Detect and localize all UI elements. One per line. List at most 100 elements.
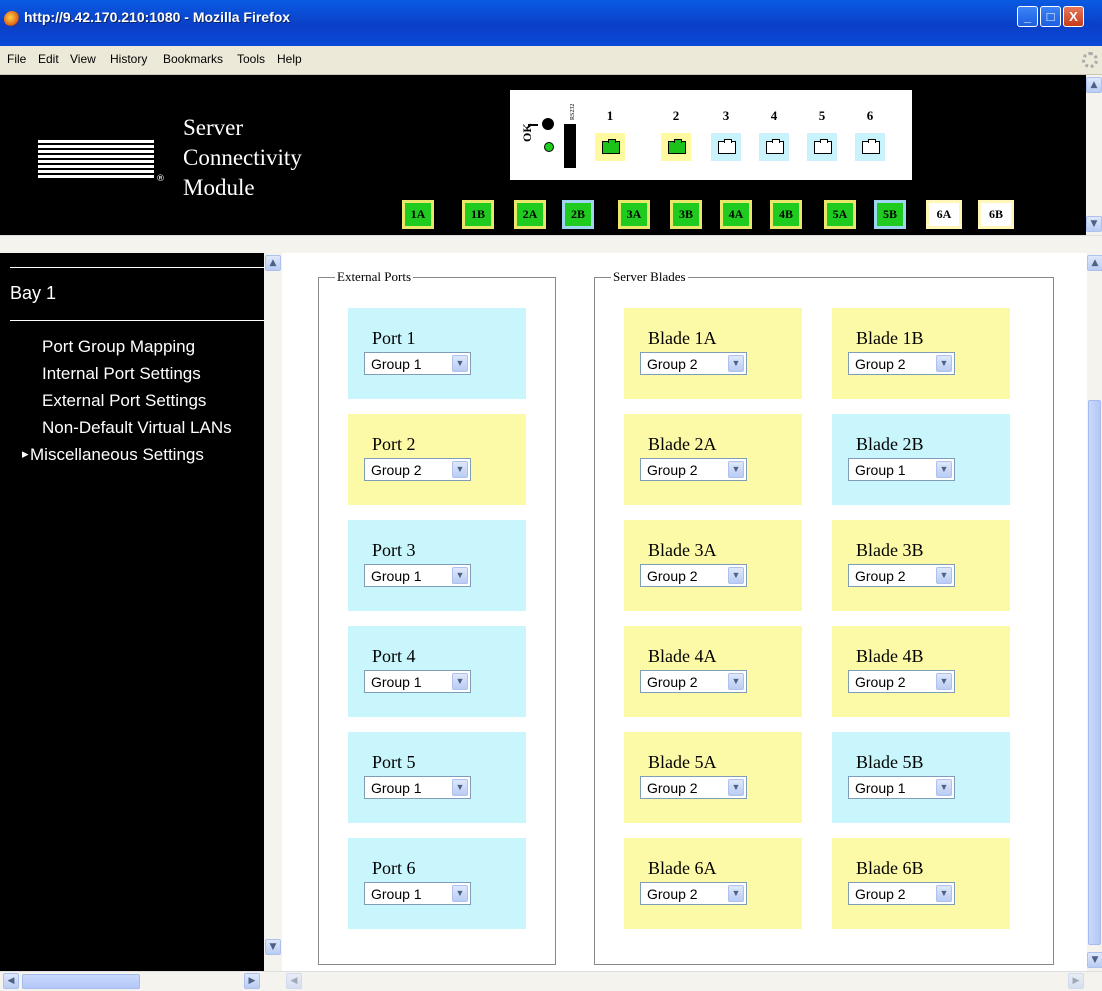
group-select[interactable]: Group 2 ▼ <box>640 670 747 693</box>
group-select[interactable]: Group 2 ▼ <box>364 458 471 481</box>
server-blade-cell: Blade 4A Group 2 ▼ <box>624 626 802 717</box>
bay-indicator[interactable]: 5B <box>874 200 906 229</box>
scroll-down-arrow-icon[interactable]: ▼ <box>1086 216 1102 232</box>
minimize-button[interactable]: _ <box>1017 6 1038 27</box>
faceplate-port[interactable] <box>661 133 691 161</box>
bay-indicator[interactable]: 6B <box>978 200 1014 229</box>
close-button[interactable]: X <box>1063 6 1084 27</box>
menu-bookmarks[interactable]: Bookmarks <box>163 52 223 66</box>
header-horizontal-scrollbar[interactable] <box>0 235 1102 253</box>
chevron-down-icon[interactable]: ▼ <box>936 461 952 478</box>
chevron-down-icon[interactable]: ▼ <box>452 461 468 478</box>
bay-indicator[interactable]: 3A <box>618 200 650 229</box>
chevron-down-icon[interactable]: ▼ <box>728 461 744 478</box>
chevron-down-icon[interactable]: ▼ <box>936 779 952 796</box>
scroll-right-arrow-icon[interactable]: ▶ <box>244 973 260 989</box>
group-select[interactable]: Group 2 ▼ <box>640 882 747 905</box>
group-select[interactable]: Group 2 ▼ <box>640 458 747 481</box>
bay-indicator[interactable]: 3B <box>670 200 702 229</box>
chevron-down-icon[interactable]: ▼ <box>728 355 744 372</box>
group-select[interactable]: Group 1 ▼ <box>848 458 955 481</box>
group-select[interactable]: Group 2 ▼ <box>848 670 955 693</box>
nav-link[interactable]: Miscellaneous Settings <box>22 445 204 465</box>
chevron-down-icon[interactable]: ▼ <box>936 885 952 902</box>
bay-indicator[interactable]: 5A <box>824 200 856 229</box>
menu-edit[interactable]: Edit <box>38 52 59 66</box>
server-blade-label: Blade 1B <box>856 328 924 348</box>
group-select[interactable]: Group 2 ▼ <box>848 352 955 375</box>
group-select-value: Group 1 <box>371 780 422 796</box>
bay-indicator[interactable]: 4B <box>770 200 802 229</box>
faceplate-port[interactable] <box>759 133 789 161</box>
group-select[interactable]: Group 2 ▼ <box>848 882 955 905</box>
menu-file[interactable]: File <box>7 52 26 66</box>
product-name: Server Connectivity Module <box>183 113 302 203</box>
header-vertical-scrollbar[interactable]: ▲ ▼ <box>1086 75 1102 235</box>
group-select[interactable]: Group 1 ▼ <box>848 776 955 799</box>
bay-indicator[interactable]: 4A <box>720 200 752 229</box>
maximize-button[interactable]: □ <box>1040 6 1061 27</box>
menu-help[interactable]: Help <box>277 52 302 66</box>
faceplate-port-number: 3 <box>722 108 730 123</box>
chevron-down-icon[interactable]: ▼ <box>728 673 744 690</box>
chevron-down-icon[interactable]: ▼ <box>728 885 744 902</box>
scroll-down-arrow-icon[interactable]: ▼ <box>1087 952 1102 968</box>
scroll-up-arrow-icon[interactable]: ▲ <box>1086 77 1102 93</box>
nav-link[interactable]: External Port Settings <box>42 391 206 411</box>
server-blade-cell: Blade 3A Group 2 ▼ <box>624 520 802 611</box>
chevron-down-icon[interactable]: ▼ <box>452 567 468 584</box>
bay-indicator[interactable]: 1A <box>402 200 434 229</box>
nav-link[interactable]: Non-Default Virtual LANs <box>42 418 232 438</box>
bay-indicator[interactable]: 2A <box>514 200 546 229</box>
scroll-left-arrow-icon[interactable]: ◀ <box>286 973 302 989</box>
external-port-label: Port 4 <box>372 646 416 666</box>
scroll-up-arrow-icon[interactable]: ▲ <box>1087 255 1102 271</box>
main-scroll-thumb[interactable] <box>1088 400 1101 945</box>
scroll-right-arrow-icon[interactable]: ▶ <box>1068 973 1084 989</box>
chevron-down-icon[interactable]: ▼ <box>452 673 468 690</box>
group-select[interactable]: Group 2 ▼ <box>640 776 747 799</box>
chevron-down-icon[interactable]: ▼ <box>936 567 952 584</box>
server-blade-cell: Blade 3B Group 2 ▼ <box>832 520 1010 611</box>
faceplate-port[interactable] <box>807 133 837 161</box>
faceplate-port[interactable] <box>711 133 741 161</box>
chevron-down-icon[interactable]: ▼ <box>728 567 744 584</box>
chevron-down-icon[interactable]: ▼ <box>936 673 952 690</box>
nav-link[interactable]: Port Group Mapping <box>42 337 195 357</box>
group-select-value: Group 2 <box>647 356 698 372</box>
server-blade-cell: Blade 5B Group 1 ▼ <box>832 732 1010 823</box>
nav-divider-bottom <box>10 320 264 321</box>
faceplate-port[interactable] <box>855 133 885 161</box>
menu-history[interactable]: History <box>110 52 147 66</box>
group-select[interactable]: Group 2 ▼ <box>848 564 955 587</box>
rs232-port-icon <box>564 124 576 168</box>
menu-tools[interactable]: Tools <box>237 52 265 66</box>
chevron-down-icon[interactable]: ▼ <box>452 779 468 796</box>
header-frame: ® Server Connectivity Module OK RS232 1 2… <box>0 75 1086 235</box>
nav-horizontal-scroll-thumb[interactable] <box>22 974 140 989</box>
chevron-down-icon[interactable]: ▼ <box>452 355 468 372</box>
server-blade-cell: Blade 4B Group 2 ▼ <box>832 626 1010 717</box>
group-select-value: Group 2 <box>855 886 906 902</box>
scroll-up-arrow-icon[interactable]: ▲ <box>265 255 281 271</box>
bay-indicator[interactable]: 6A <box>926 200 962 229</box>
scroll-left-arrow-icon[interactable]: ◀ <box>3 973 19 989</box>
bay-indicator[interactable]: 1B <box>462 200 494 229</box>
chevron-down-icon[interactable]: ▼ <box>452 885 468 902</box>
group-select[interactable]: Group 1 ▼ <box>364 564 471 587</box>
group-select[interactable]: Group 1 ▼ <box>364 776 471 799</box>
group-select[interactable]: Group 1 ▼ <box>364 352 471 375</box>
group-select[interactable]: Group 1 ▼ <box>364 882 471 905</box>
group-select[interactable]: Group 2 ▼ <box>640 352 747 375</box>
nav-vertical-scrollbar[interactable]: ▲ ▼ <box>264 253 282 971</box>
menu-view[interactable]: View <box>70 52 96 66</box>
chevron-down-icon[interactable]: ▼ <box>936 355 952 372</box>
nav-link[interactable]: Internal Port Settings <box>42 364 201 384</box>
group-select[interactable]: Group 2 ▼ <box>640 564 747 587</box>
group-select[interactable]: Group 1 ▼ <box>364 670 471 693</box>
chevron-down-icon[interactable]: ▼ <box>728 779 744 796</box>
bay-indicator[interactable]: 2B <box>562 200 594 229</box>
window-titlebar[interactable]: http://9.42.170.210:1080 - Mozilla Firef… <box>0 0 1102 46</box>
faceplate-port[interactable] <box>595 133 625 161</box>
scroll-down-arrow-icon[interactable]: ▼ <box>265 939 281 955</box>
